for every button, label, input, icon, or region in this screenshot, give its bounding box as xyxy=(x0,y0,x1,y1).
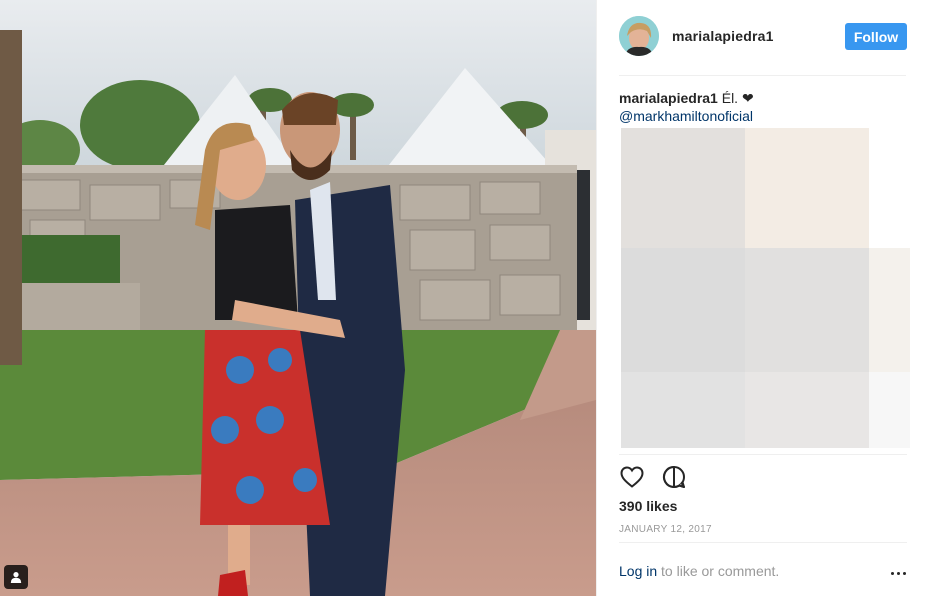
footer-divider xyxy=(619,542,907,543)
user-tag-icon[interactable] xyxy=(4,565,28,589)
login-link[interactable]: Log in xyxy=(619,563,657,579)
blurred-comments-placeholder xyxy=(621,128,910,448)
login-prompt: Log in to like or comment. xyxy=(619,563,909,579)
caption-mention-link[interactable]: @markhamiltonoficial xyxy=(619,107,909,125)
actions-divider xyxy=(619,454,907,455)
username-link[interactable]: marialapiedra1 xyxy=(672,28,774,44)
post-header: marialapiedra1 Follow xyxy=(597,0,927,76)
avatar[interactable] xyxy=(619,16,659,56)
caption-text: Él. ❤ xyxy=(717,90,754,106)
post-photo[interactable] xyxy=(0,0,596,596)
comment-icon[interactable] xyxy=(661,464,687,490)
likes-count[interactable]: 390 likes xyxy=(619,498,677,514)
post-date[interactable]: JANUARY 12, 2017 xyxy=(619,524,712,535)
login-suffix: to like or comment. xyxy=(657,563,780,579)
post-actions xyxy=(619,464,687,492)
photo-illustration xyxy=(0,0,596,596)
more-options-icon[interactable] xyxy=(891,571,907,575)
post-details-panel: marialapiedra1 Follow marialapiedra1 Él.… xyxy=(596,0,927,596)
follow-button[interactable]: Follow xyxy=(845,23,907,50)
header-divider xyxy=(619,75,906,76)
post-caption: marialapiedra1 Él. ❤ @markhamiltonoficia… xyxy=(619,89,909,125)
caption-username[interactable]: marialapiedra1 xyxy=(619,90,718,106)
heart-icon[interactable] xyxy=(619,464,645,490)
